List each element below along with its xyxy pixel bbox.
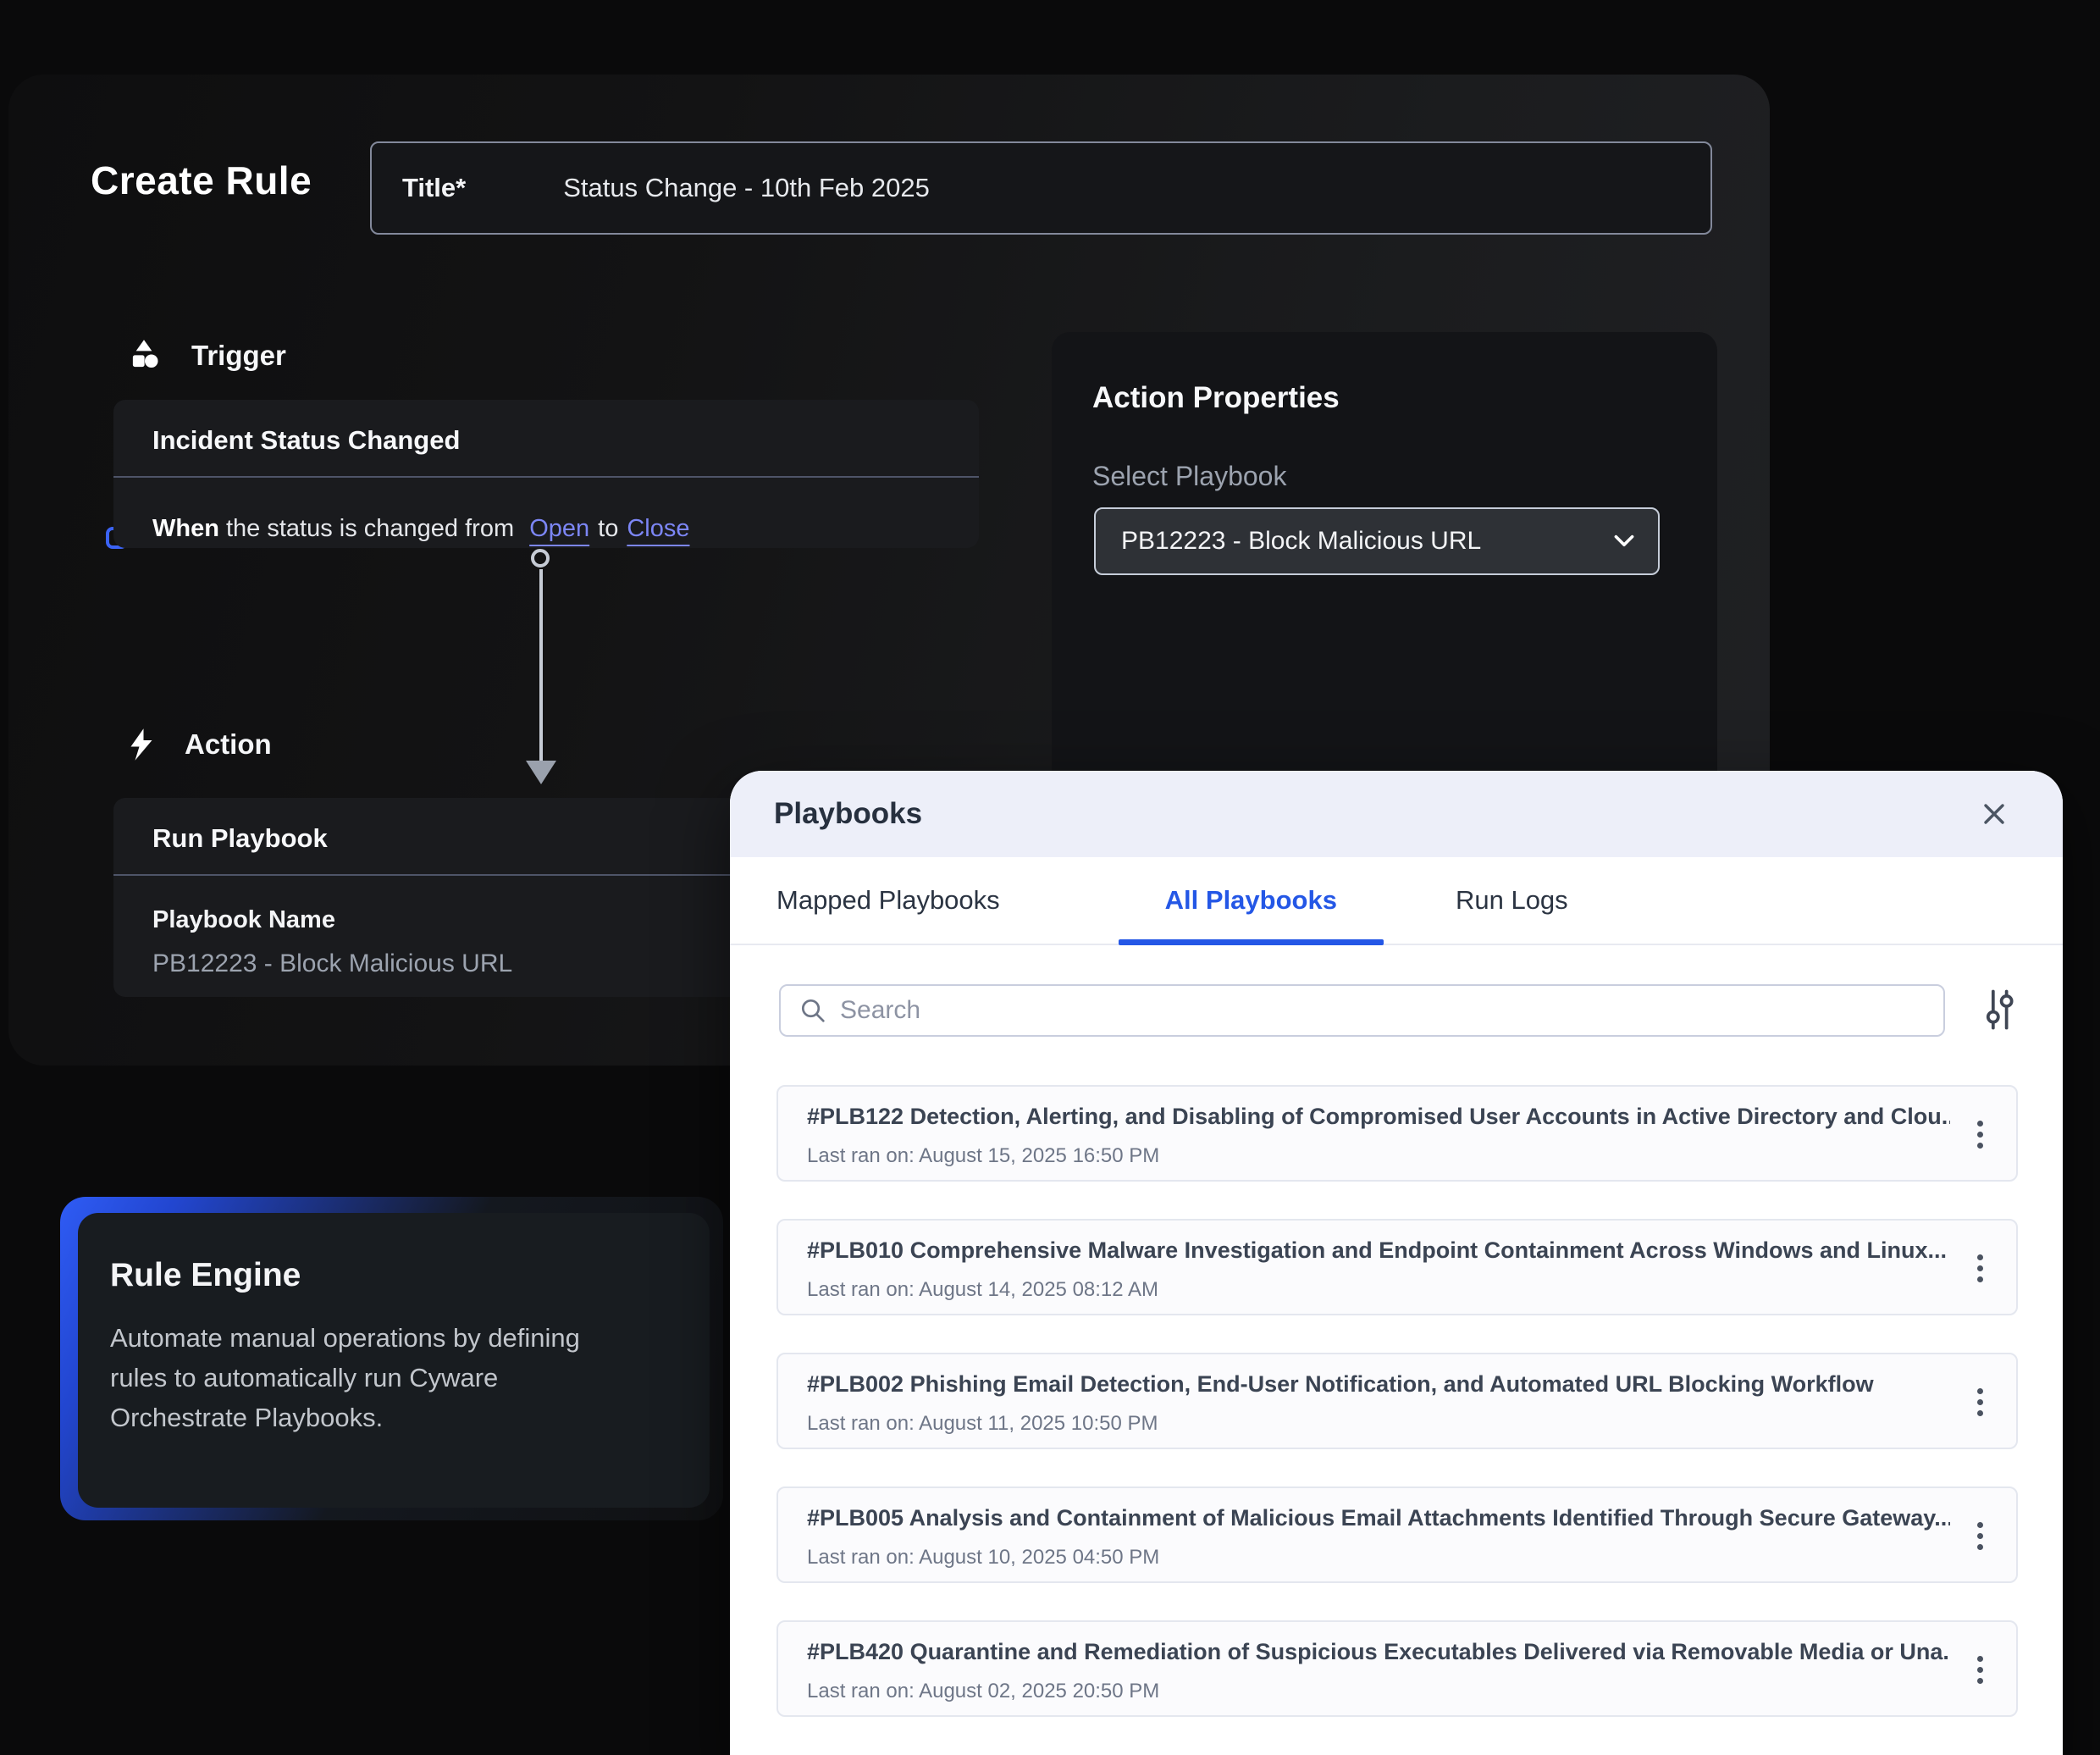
rule-title-input[interactable]: Title* Status Change - 10th Feb 2025 bbox=[370, 141, 1712, 235]
playbook-item-name: #PLB420 Quarantine and Remediation of Su… bbox=[807, 1639, 1950, 1665]
playbook-list-item[interactable]: #PLB005 Analysis and Containment of Mali… bbox=[776, 1486, 2018, 1583]
playbook-item-last-ran: Last ran on: August 10, 2025 04:50 PM bbox=[807, 1546, 1159, 1570]
active-tab-underline bbox=[1119, 939, 1384, 945]
trigger-card[interactable]: Incident Status Changed When the status … bbox=[113, 400, 979, 548]
condition-text: the status is changed from bbox=[219, 515, 514, 542]
action-properties-panel: Action Properties Select Playbook PB1222… bbox=[1052, 332, 1717, 806]
condition-to-text: to bbox=[598, 515, 618, 542]
action-heading: Action bbox=[185, 728, 272, 761]
trigger-condition: When the status is changed from Opento Cl… bbox=[152, 515, 979, 543]
playbooks-modal: Playbooks Mapped Playbooks All Playbooks… bbox=[730, 771, 2063, 1755]
tab-all-playbooks-label: All Playbooks bbox=[1165, 885, 1337, 916]
title-label: Title* bbox=[402, 173, 466, 203]
playbook-item-name: #PLB005 Analysis and Containment of Mali… bbox=[807, 1505, 1950, 1531]
rule-engine-title: Rule Engine bbox=[110, 1257, 710, 1294]
playbook-item-last-ran: Last ran on: August 14, 2025 08:12 AM bbox=[807, 1278, 1158, 1302]
kebab-menu-icon[interactable] bbox=[1967, 1517, 1992, 1556]
playbook-item-name: #PLB002 Phishing Email Detection, End-Us… bbox=[807, 1371, 1950, 1398]
kebab-menu-icon[interactable] bbox=[1967, 1383, 1992, 1422]
playbook-select-value: PB12223 - Block Malicious URL bbox=[1121, 527, 1481, 556]
playbook-list-item[interactable]: #PLB010 Comprehensive Malware Investigat… bbox=[776, 1219, 2018, 1315]
kebab-menu-icon[interactable] bbox=[1967, 1116, 1992, 1154]
search-row bbox=[730, 945, 2063, 1072]
playbooks-tab-bar: Mapped Playbooks All Playbooks Run Logs bbox=[730, 857, 2063, 945]
playbooks-modal-title: Playbooks bbox=[774, 797, 922, 831]
close-icon[interactable] bbox=[1980, 800, 2009, 828]
search-box[interactable] bbox=[779, 984, 1945, 1037]
rule-engine-card: Rule Engine Automate manual operations b… bbox=[78, 1213, 710, 1508]
page-background: Create Rule Title* Status Change - 10th … bbox=[0, 0, 2100, 1755]
filter-sliders-icon[interactable] bbox=[1980, 986, 2019, 1033]
playbook-list-item[interactable]: #PLB420 Quarantine and Remediation of Su… bbox=[776, 1620, 2018, 1717]
select-playbook-label: Select Playbook bbox=[1092, 461, 1717, 492]
status-to-link[interactable]: Close bbox=[627, 515, 689, 542]
tab-run-logs[interactable]: Run Logs bbox=[1456, 857, 1568, 944]
kebab-menu-icon[interactable] bbox=[1967, 1249, 1992, 1288]
playbook-item-last-ran: Last ran on: August 11, 2025 10:50 PM bbox=[807, 1412, 1158, 1436]
trigger-card-title: Incident Status Changed bbox=[152, 425, 979, 456]
search-icon bbox=[799, 997, 826, 1024]
condition-when: When bbox=[152, 515, 219, 542]
connector-line bbox=[539, 569, 543, 761]
playbooks-modal-header: Playbooks bbox=[730, 771, 2063, 857]
trigger-section-header: Trigger bbox=[127, 337, 286, 374]
rule-engine-description: Automate manual operations by defining r… bbox=[110, 1318, 584, 1437]
bolt-icon bbox=[129, 727, 154, 762]
tab-all-playbooks[interactable]: All Playbooks bbox=[1119, 857, 1384, 944]
playbook-select-dropdown[interactable]: PB12223 - Block Malicious URL bbox=[1094, 507, 1660, 575]
kebab-menu-icon[interactable] bbox=[1967, 1651, 1992, 1690]
tab-mapped-playbooks[interactable]: Mapped Playbooks bbox=[776, 857, 1000, 944]
page-title: Create Rule bbox=[91, 158, 312, 203]
action-section-header: Action bbox=[129, 727, 272, 762]
connector-start-node bbox=[531, 549, 550, 567]
shapes-icon bbox=[127, 337, 161, 374]
status-from-link[interactable]: Open bbox=[529, 515, 589, 542]
title-value: Status Change - 10th Feb 2025 bbox=[563, 173, 930, 203]
search-input[interactable] bbox=[840, 996, 1898, 1025]
action-properties-heading: Action Properties bbox=[1092, 381, 1717, 415]
divider bbox=[113, 476, 979, 478]
trigger-heading: Trigger bbox=[191, 340, 286, 372]
chevron-down-icon bbox=[1614, 534, 1634, 548]
playbook-item-name: #PLB122 Detection, Alerting, and Disabli… bbox=[807, 1104, 1950, 1130]
playbook-item-last-ran: Last ran on: August 15, 2025 16:50 PM bbox=[807, 1144, 1159, 1168]
playbook-list-item[interactable]: #PLB002 Phishing Email Detection, End-Us… bbox=[776, 1353, 2018, 1449]
playbook-item-name: #PLB010 Comprehensive Malware Investigat… bbox=[807, 1237, 1950, 1264]
playbook-list-item[interactable]: #PLB122 Detection, Alerting, and Disabli… bbox=[776, 1085, 2018, 1182]
playbook-item-last-ran: Last ran on: August 02, 2025 20:50 PM bbox=[807, 1680, 1159, 1703]
connector-arrowhead-icon bbox=[526, 761, 556, 784]
